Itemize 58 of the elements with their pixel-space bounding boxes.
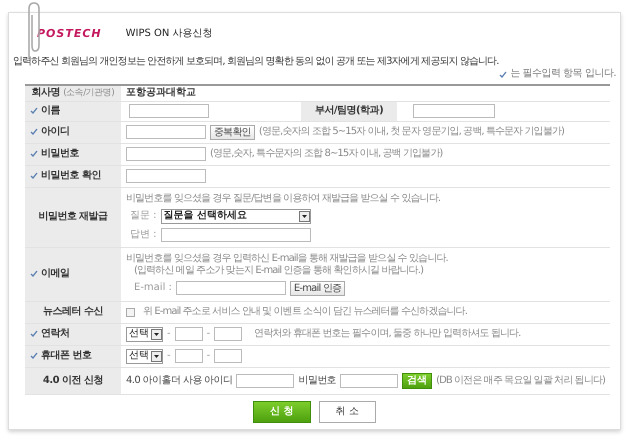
field-label: 답변 : [130, 228, 157, 241]
checkbox-label: 위 E-mail 주소로 서비스 안내 및 이벤트 소식이 담긴 뉴스레터를 수신하겠습니다. [143, 306, 468, 318]
checkbox[interactable] [126, 308, 135, 317]
info-text: 비밀번호를 잊으셨을 경우 질문/답변을 이용하여 재발급을 받으실 수 있습니다. [126, 192, 442, 205]
logo: POSTECH [37, 27, 102, 40]
dash-separator: - [206, 350, 210, 362]
input-field[interactable] [214, 349, 242, 364]
input-field[interactable] [126, 147, 206, 162]
notice-text: 입력하주신 회원님의 개인정보는 안전하게 보호되며, 회원님의 명확한 동의 없이 공개 또는 제3자에게 제공되지 않습니다. [13, 56, 500, 68]
input-field[interactable] [126, 169, 206, 184]
field-label: 이메일 [41, 268, 70, 280]
input-field[interactable] [413, 104, 495, 118]
dash-separator: - [167, 350, 171, 362]
note-text: (DB 이전은 매주 목요일 일괄 처리 됩니다) [436, 374, 605, 387]
field-label: 질문 : [130, 210, 157, 222]
caret-icon [298, 210, 310, 222]
field-label: 4.0 아이홀더 사용 아이디 [126, 374, 232, 387]
input-field[interactable] [214, 327, 242, 342]
field-label: 회사명 (소속/기관명) [32, 87, 114, 98]
input-field[interactable] [236, 374, 294, 388]
caret-icon [151, 328, 162, 340]
verify-button[interactable]: E-mail 인증 [290, 280, 346, 296]
field-label: 비밀번호 [298, 374, 336, 387]
input-field[interactable] [340, 374, 398, 388]
caret-icon [151, 350, 162, 362]
hint-text: (영문,숫자의 조합 5~15자 이내, 첫 문자 영문기입, 공백, 특수문자 기입불가) [258, 126, 564, 138]
required-note: 는 필수입력 항목 입니다. [510, 68, 616, 80]
field-label: 연락처 [41, 328, 70, 340]
field-label: 아이디 [41, 126, 70, 138]
field-label: 휴대폰 번호 [41, 350, 92, 362]
info-text: 비밀번호를 잊으셨을 경우 입력하신 E-mail을 통해 재발급을 받으실 수 있습니다. [126, 252, 449, 265]
field-label: E-mail : [134, 282, 172, 294]
input-field[interactable] [176, 281, 286, 296]
input-field[interactable] [160, 228, 311, 242]
field-label: 비밀번호 확인 [41, 170, 101, 182]
cancel-button[interactable]: 취 소 [318, 400, 376, 423]
hint-text: (영문,숫자, 특수문자의 조합 8~15자 이내, 공백 기입불가) [210, 148, 442, 160]
field-label: 부서/팀명(학과) [314, 105, 384, 118]
dash-separator: - [167, 328, 171, 340]
info-text: (입력하신 메일 주소가 맞는지 E-mail 인증을 통해 확인하시길 바랍니다.) [133, 264, 424, 277]
field-label: 비밀번호 [41, 148, 79, 160]
check-duplicate-button[interactable]: 중복확인 [210, 124, 255, 140]
select-field[interactable]: 질문을 선택하세요 [160, 208, 311, 224]
hint-text: 연락처와 휴대폰 번호는 필수이며, 둘중 하나만 입력하셔도 됩니다. [254, 328, 520, 340]
page-title: WIPS ON 사용신청 [126, 28, 213, 40]
check-icon [499, 70, 508, 78]
field-label: 뉴스레터 수신 [43, 306, 103, 318]
input-field[interactable] [129, 104, 209, 118]
input-field[interactable] [174, 349, 203, 364]
field-label: 이름 [41, 105, 60, 116]
field-label: 4.0 이전 신청 [42, 374, 104, 386]
field-value: 포항공과대학교 [126, 87, 196, 98]
input-field[interactable] [174, 327, 203, 342]
select-field[interactable]: 선택 [126, 326, 163, 342]
input-field[interactable] [126, 125, 206, 140]
select-field[interactable]: 선택 [126, 348, 163, 364]
field-label: 비밀번호 재발급 [38, 211, 108, 222]
dash-separator: - [206, 328, 210, 340]
